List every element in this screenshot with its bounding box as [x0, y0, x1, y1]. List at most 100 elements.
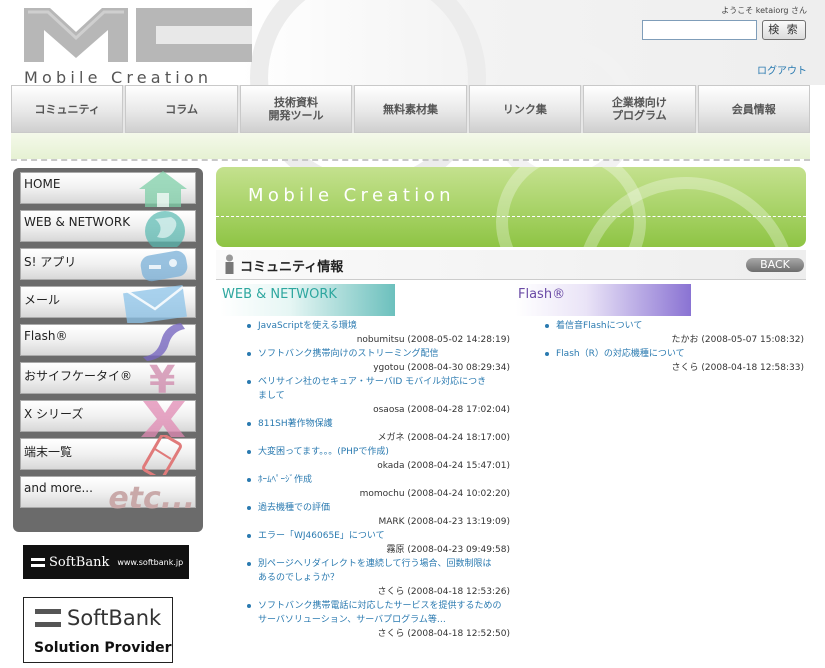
list-item: エラー「WJ46065E」について霧原 (2008-04-23 09:49:58…	[222, 529, 518, 557]
sidebar-item-label: S! アプリ	[24, 255, 77, 269]
sidebar-item-label: and more...	[24, 481, 93, 495]
global-nav: コミュニティ コラム 技術資料 開発ツール 無料素材集 リンク集 企業様向け プ…	[11, 85, 810, 133]
web-network-heading[interactable]: WEB & NETWORK	[220, 284, 395, 316]
person-icon	[225, 254, 234, 274]
sidebar-item-devices[interactable]: 端末一覧	[20, 435, 196, 475]
post-title-link[interactable]: ﾎｰﾑﾍﾟｰｼﾞ作成	[222, 473, 518, 487]
sidebar-item-web-network[interactable]: WEB & NETWORK	[20, 210, 196, 247]
post-title-link[interactable]: 別ページへリダイレクトを連続して行う場合、回数制限はあるのでしょうか？	[222, 557, 518, 585]
sidebar-item-s-appli[interactable]: S! アプリ	[20, 248, 196, 282]
post-title-link[interactable]: ソフトバンク携帯電話に対応したサービスを提供するためのサーバソリューション、サー…	[222, 599, 518, 627]
envelope-icon	[123, 284, 187, 323]
post-title-link[interactable]: 大変困ってます。。。(PHPで作成)	[222, 445, 518, 459]
list-item: ソフトバンク携帯電話に対応したサービスを提供するためのサーバソリューション、サー…	[222, 599, 518, 641]
welcome-text: ようこそ ketaiorg さん	[721, 6, 807, 15]
list-item: ベリサイン社のセキュア・サーバID モバイル対応につきまして osaosa (20…	[222, 375, 518, 417]
list-item: JavaScriptを使える環境 nobumitsu (2008-05-02 14…	[222, 319, 518, 347]
flash-icon	[143, 323, 185, 361]
sidebar-item-flash[interactable]: Flash®	[20, 323, 196, 361]
section-title: コミュニティ情報	[240, 260, 344, 275]
solution-provider-sub: Solution Provider	[34, 640, 172, 656]
post-meta: 霧原 (2008-04-23 09:49:58)	[386, 545, 510, 555]
list-item: Flash（R）の対応機種についてさくら (2008-04-18 12:58:3…	[520, 347, 804, 375]
list-item: 811SH著作物保護 メガネ (2008-04-24 18:17:00)	[222, 417, 518, 445]
nav-divider	[11, 159, 810, 161]
hero-divider	[216, 216, 806, 217]
list-item: 大変困ってます。。。(PHPで作成) okada (2008-04-24 15:4…	[222, 445, 518, 473]
solution-provider-brand: SoftBank	[67, 606, 162, 630]
nav-links[interactable]: リンク集	[468, 85, 582, 133]
svg-text:¥: ¥	[149, 359, 175, 399]
nav-community[interactable]: コミュニティ	[11, 85, 124, 133]
post-meta: osaosa (2008-04-28 17:02:04)	[373, 405, 510, 415]
list-item: ﾎｰﾑﾍﾟｰｼﾞ作成 momochu (2008-04-24 10:02:20)	[222, 473, 518, 501]
post-meta: さくら (2008-04-18 12:58:33)	[671, 363, 804, 373]
sidebar-item-home[interactable]: HOME	[20, 171, 196, 207]
post-title-link[interactable]: Flash（R）の対応機種について	[520, 347, 804, 361]
logout-link[interactable]: ログアウト	[757, 62, 807, 77]
sidebar: HOME WEB & NETWORK S! アプリ メール Flash® おサイ…	[13, 168, 203, 532]
solution-provider-banner[interactable]: SoftBank Solution Provider	[23, 597, 173, 663]
sidebar-item-label: X シリーズ	[24, 407, 84, 421]
sidebar-item-label: Flash®	[24, 329, 68, 343]
softbank-banner-brand: SoftBank	[49, 554, 110, 570]
post-meta: nobumitsu (2008-05-02 14:28:19)	[356, 335, 510, 345]
hero-title: Mobile Creation	[248, 185, 455, 206]
flash-post-list: 着信音Flashについてたかお (2008-05-07 15:08:32) Fl…	[520, 319, 804, 375]
post-meta: MARK (2008-04-23 13:19:09)	[378, 517, 510, 527]
post-meta: momochu (2008-04-24 10:02:20)	[359, 489, 510, 499]
nav-free-materials[interactable]: 無料素材集	[354, 85, 467, 133]
post-title-link[interactable]: JavaScriptを使える環境	[222, 319, 518, 333]
post-meta: ygotou (2008-04-30 08:29:34)	[373, 363, 510, 373]
post-title-link[interactable]: 過去機種での評価	[222, 501, 518, 515]
nav-strip	[11, 133, 810, 159]
list-item: 着信音Flashについてたかお (2008-05-07 15:08:32)	[520, 319, 804, 347]
post-meta: さくら (2008-04-18 12:53:26)	[377, 587, 510, 597]
sidebar-item-label: 端末一覧	[24, 445, 73, 459]
post-title-link[interactable]: 811SH著作物保護	[222, 417, 518, 431]
post-meta: たかお (2008-05-07 15:08:32)	[671, 335, 804, 345]
sidebar-item-osaifu[interactable]: おサイフケータイ® ¥	[20, 359, 196, 399]
header: Mobile Creation ようこそ ketaiorg さん 検 索 ログア…	[0, 0, 825, 196]
softbank-logo-icon	[31, 557, 45, 567]
nav-member-info[interactable]: 会員情報	[697, 85, 810, 133]
list-item: 過去機種での評価 MARK (2008-04-23 13:19:09)	[222, 501, 518, 529]
search-button[interactable]: 検 索	[762, 20, 806, 40]
list-item: 別ページへリダイレクトを連続して行う場合、回数制限はあるのでしょうか？ さくら (…	[222, 557, 518, 599]
yen-icon: ¥	[149, 359, 175, 399]
post-title-link[interactable]: エラー「WJ46065E」について	[222, 529, 518, 543]
section-header: コミュニティ情報 BACK	[216, 250, 806, 280]
sidebar-item-label: メール	[24, 293, 61, 307]
post-meta: okada (2008-04-24 15:47:01)	[377, 461, 510, 471]
nav-column[interactable]: コラム	[125, 85, 238, 133]
softbank-banner-url: www.softbank.jp	[117, 557, 184, 567]
etc-icon: etc...	[108, 481, 195, 516]
back-button[interactable]: BACK	[746, 258, 804, 272]
site-logo[interactable]: Mobile Creation	[22, 8, 252, 87]
sidebar-item-label: HOME	[24, 177, 61, 191]
search-input[interactable]	[642, 20, 757, 40]
flash-heading[interactable]: Flash®	[516, 284, 691, 316]
sidebar-item-label: おサイフケータイ®	[24, 369, 133, 383]
softbank-logo-icon	[35, 609, 61, 627]
gamepad-icon	[140, 250, 188, 282]
home-icon	[139, 171, 187, 207]
sidebar-item-label: WEB & NETWORK	[24, 215, 131, 229]
mc-logo-mark	[24, 8, 252, 62]
phone-icon	[142, 435, 182, 475]
post-title-link[interactable]: 着信音Flashについて	[520, 319, 804, 333]
list-item: ソフトバンク携帯向けのストリーミング配信 ygotou (2008-04-30 0…	[222, 347, 518, 375]
sidebar-item-x-series[interactable]: X シリーズ	[20, 400, 196, 437]
sidebar-item-mail[interactable]: メール	[20, 284, 196, 323]
nav-enterprise[interactable]: 企業様向け プログラム	[583, 85, 696, 133]
web-network-post-list: JavaScriptを使える環境 nobumitsu (2008-05-02 14…	[222, 319, 518, 641]
sidebar-item-and-more[interactable]: and more... etc...	[20, 476, 196, 516]
x-icon	[141, 401, 185, 437]
post-meta: さくら (2008-04-18 12:52:50)	[377, 629, 510, 639]
softbank-banner[interactable]: SoftBank www.softbank.jp	[23, 545, 189, 579]
post-title-link[interactable]: ソフトバンク携帯向けのストリーミング配信	[222, 347, 518, 361]
globe-icon	[145, 211, 185, 247]
post-title-link[interactable]: ベリサイン社のセキュア・サーバID モバイル対応につきまして	[222, 375, 518, 403]
nav-tech-docs[interactable]: 技術資料 開発ツール	[239, 85, 353, 133]
hero-banner: Mobile Creation	[216, 167, 806, 247]
